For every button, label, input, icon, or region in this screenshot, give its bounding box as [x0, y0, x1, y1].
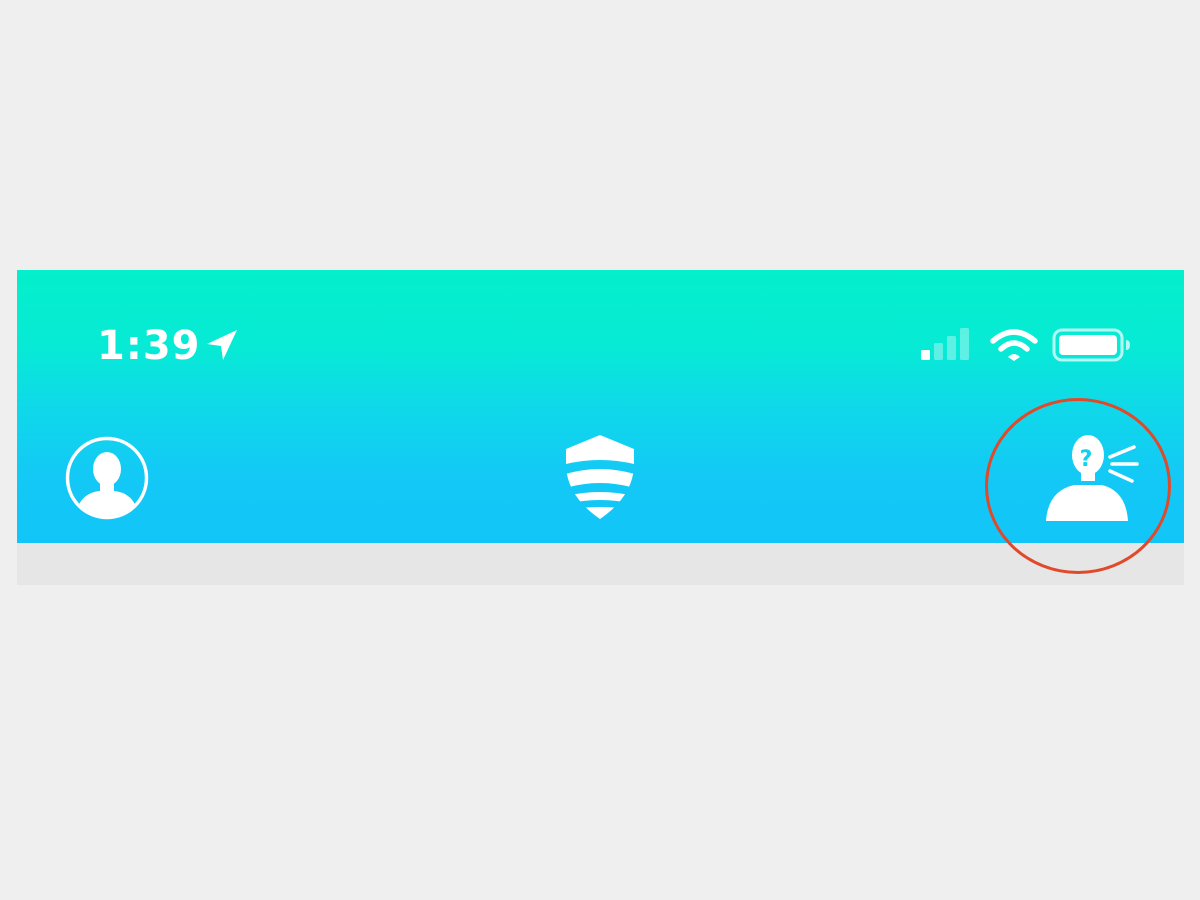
cellular-signal-icon	[921, 328, 969, 360]
svg-text:?: ?	[1080, 447, 1093, 472]
screenshot-canvas: 1:39 ?	[0, 0, 1200, 900]
location-arrow-icon	[207, 330, 237, 360]
app-header: 1:39 ?	[17, 270, 1184, 543]
status-time: 1:39	[97, 323, 201, 369]
wifi-icon	[990, 329, 1038, 361]
battery-icon	[1052, 328, 1130, 362]
profile-avatar-icon[interactable]	[65, 436, 149, 520]
content-area	[17, 543, 1184, 585]
shield-logo-icon	[566, 435, 634, 519]
help-speaking-person-icon[interactable]: ?	[1042, 433, 1142, 523]
